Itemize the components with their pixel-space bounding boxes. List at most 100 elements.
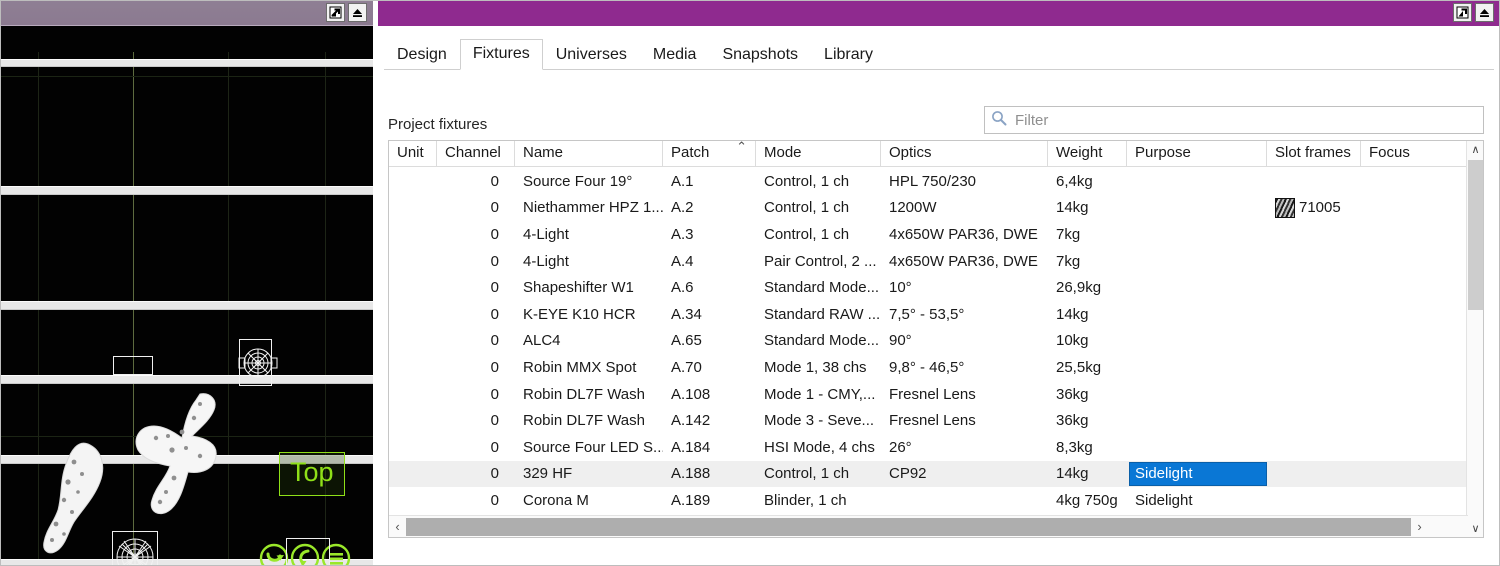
cell-patch[interactable]: A.3 [663, 226, 756, 243]
cell-patch[interactable]: A.188 [663, 465, 756, 482]
cell-mode[interactable]: Pair Control, 2 ... [756, 253, 881, 270]
vertical-scrollbar[interactable]: ∧ ∨ [1466, 141, 1483, 537]
cell-name[interactable]: 4-Light [515, 226, 663, 243]
cell-name[interactable]: Robin MMX Spot [515, 359, 663, 376]
cell-name[interactable]: ALC4 [515, 332, 663, 349]
cell-optics[interactable]: 10° [881, 279, 1048, 296]
cell-weight[interactable]: 25,5kg [1048, 359, 1127, 376]
cell-optics[interactable]: CP92 [881, 465, 1048, 482]
cell-mode[interactable]: Standard Mode... [756, 332, 881, 349]
cell-patch[interactable]: A.70 [663, 359, 756, 376]
table-row[interactable]: 0 Source Four LED S... A.184 HSI Mode, 4 ch… [389, 434, 1468, 461]
cell-mode[interactable]: Control, 1 ch [756, 173, 881, 190]
cell-name[interactable]: Shapeshifter W1 [515, 279, 663, 296]
rotate-icon[interactable] [259, 543, 289, 566]
cell-channel[interactable]: 0 [437, 412, 515, 429]
cell-channel[interactable]: 0 [437, 492, 515, 509]
cell-name[interactable]: Source Four LED S... [515, 439, 663, 456]
column-header-focus[interactable]: Focus [1361, 141, 1468, 166]
cell-name[interactable]: Robin DL7F Wash [515, 386, 663, 403]
cell-patch[interactable]: A.2 [663, 199, 756, 216]
cell-mode[interactable]: Mode 3 - Seve... [756, 412, 881, 429]
cell-channel[interactable]: 0 [437, 465, 515, 482]
cell-optics[interactable]: 9,8° - 46,5° [881, 359, 1048, 376]
cell-mode[interactable]: Mode 1 - CMY,... [756, 386, 881, 403]
cell-weight[interactable]: 36kg [1048, 412, 1127, 429]
cell-patch[interactable]: A.65 [663, 332, 756, 349]
cell-optics[interactable]: 1200W [881, 199, 1048, 216]
horizontal-scroll-thumb[interactable] [406, 517, 1411, 536]
cell-optics[interactable]: 26° [881, 439, 1048, 456]
cell-optics[interactable]: HPL 750/230 [881, 173, 1048, 190]
scroll-left-button[interactable]: ‹ [389, 517, 406, 537]
popout-icon[interactable] [326, 3, 345, 22]
column-header-channel[interactable]: Channel [437, 141, 515, 166]
column-header-patch[interactable]: Patch ⌃ [663, 141, 756, 166]
column-header-unit[interactable]: Unit [389, 141, 437, 166]
cell-weight[interactable]: 14kg [1048, 465, 1127, 482]
cell-weight[interactable]: 7kg [1048, 226, 1127, 243]
column-header-purpose[interactable]: Purpose [1127, 141, 1267, 166]
cell-channel[interactable]: 0 [437, 332, 515, 349]
horizontal-scrollbar[interactable]: ‹ › [389, 515, 1468, 537]
table-row[interactable]: 0 329 HF A.188 Control, 1 ch CP92 14kg Sidelig… [389, 460, 1468, 488]
cell-name[interactable]: Niethammer HPZ 1... [515, 199, 663, 216]
cell-weight[interactable]: 10kg [1048, 332, 1127, 349]
tab-universes[interactable]: Universes [543, 40, 640, 70]
table-row[interactable]: 0 Corona M A.189 Blinder, 1 ch 4kg 750g Sidel… [389, 487, 1468, 512]
scroll-up-button[interactable]: ∧ [1467, 141, 1483, 158]
table-row[interactable]: 0 4-Light A.3 Control, 1 ch 4x650W PAR36, DW… [389, 221, 1468, 248]
cell-channel[interactable]: 0 [437, 359, 515, 376]
cell-patch[interactable]: A.1 [663, 173, 756, 190]
table-row[interactable]: 0 ALC4 A.65 Standard Mode... 90° 10kg [389, 328, 1468, 355]
cad-viewport[interactable]: Top [0, 26, 373, 566]
cell-patch[interactable]: A.108 [663, 386, 756, 403]
cell-channel[interactable]: 0 [437, 439, 515, 456]
cell-name[interactable]: Source Four 19° [515, 173, 663, 190]
table-row[interactable]: 0 Robin MMX Spot A.70 Mode 1, 38 chs 9,8° - … [389, 354, 1468, 381]
column-header-name[interactable]: Name [515, 141, 663, 166]
cell-mode[interactable]: Mode 1, 38 chs [756, 359, 881, 376]
cell-patch[interactable]: A.184 [663, 439, 756, 456]
table-row[interactable]: 0 4-Light A.4 Pair Control, 2 ... 4x650W PAR… [389, 248, 1468, 275]
fixture-symbol-bar[interactable] [113, 356, 153, 375]
cell-mode[interactable]: Standard RAW ... [756, 306, 881, 323]
cell-patch[interactable]: A.189 [663, 492, 756, 509]
cell-weight[interactable]: 36kg [1048, 386, 1127, 403]
cell-mode[interactable]: HSI Mode, 4 chs [756, 439, 881, 456]
cell-mode[interactable]: Control, 1 ch [756, 199, 881, 216]
table-row[interactable]: 0 Source Four 19° A.1 Control, 1 ch HPL 750/… [389, 168, 1468, 195]
cell-optics[interactable]: 7,5° - 53,5° [881, 306, 1048, 323]
column-header-optics[interactable]: Optics [881, 141, 1048, 166]
cell-channel[interactable]: 0 [437, 306, 515, 323]
cell-weight[interactable]: 14kg [1048, 199, 1127, 216]
vertical-scroll-thumb[interactable] [1468, 160, 1483, 310]
table-row[interactable]: 0 Robin DL7F Wash A.142 Mode 3 - Seve... Fre… [389, 407, 1468, 434]
filter-container[interactable] [984, 106, 1484, 134]
moving-light-model-2[interactable] [112, 386, 247, 546]
cell-mode[interactable]: Control, 1 ch [756, 465, 881, 482]
cell-weight[interactable]: 26,9kg [1048, 279, 1127, 296]
cell-name[interactable]: K-EYE K10 HCR [515, 306, 663, 323]
cell-weight[interactable]: 4kg 750g [1048, 492, 1127, 509]
cell-mode[interactable]: Blinder, 1 ch [756, 492, 881, 509]
cell-optics[interactable]: Fresnel Lens [881, 386, 1048, 403]
cell-channel[interactable]: 0 [437, 173, 515, 190]
table-row[interactable]: 0 K-EYE K10 HCR A.34 Standard RAW ... 7,5° -… [389, 301, 1468, 328]
popout-icon[interactable] [1453, 3, 1472, 22]
cell-channel[interactable]: 0 [437, 386, 515, 403]
column-header-slot-frames[interactable]: Slot frames [1267, 141, 1361, 166]
purpose-edit-field[interactable]: Sidelight [1129, 461, 1267, 486]
tab-media[interactable]: Media [640, 40, 710, 70]
cell-name[interactable]: 4-Light [515, 253, 663, 270]
table-row[interactable]: 0 Niethammer HPZ 1... A.2 Control, 1 ch 1200… [389, 195, 1468, 222]
eject-icon[interactable] [1475, 3, 1494, 22]
cell-weight[interactable]: 6,4kg [1048, 173, 1127, 190]
cell-weight[interactable]: 14kg [1048, 306, 1127, 323]
cell-mode[interactable]: Standard Mode... [756, 279, 881, 296]
column-header-mode[interactable]: Mode [756, 141, 881, 166]
cell-purpose[interactable]: Sidelight [1127, 492, 1267, 509]
column-header-weight[interactable]: Weight [1048, 141, 1127, 166]
cell-channel[interactable]: 0 [437, 226, 515, 243]
cell-channel[interactable]: 0 [437, 253, 515, 270]
